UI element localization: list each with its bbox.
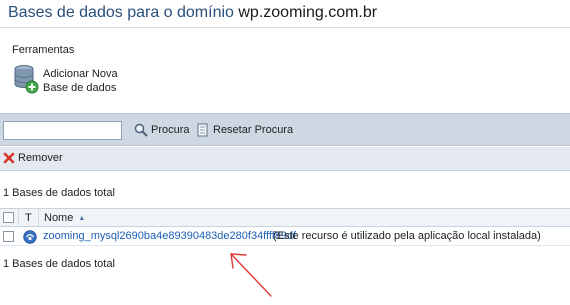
- search-button-label: Procura: [151, 124, 190, 136]
- reset-search-icon: [197, 123, 208, 137]
- reset-search-button[interactable]: Resetar Procura: [196, 123, 293, 137]
- row-checkbox[interactable]: [3, 231, 14, 242]
- annotation-arrow: [230, 253, 272, 297]
- column-header-name[interactable]: Nome ▲: [44, 212, 85, 224]
- total-count-top: 1 Bases de dados total: [3, 187, 115, 199]
- magnifier-icon: [134, 123, 148, 137]
- table-header: T Nome ▲: [0, 208, 570, 227]
- column-header-type: T: [25, 212, 32, 224]
- remove-button[interactable]: Remover: [3, 152, 63, 164]
- select-all-checkbox[interactable]: [3, 212, 14, 223]
- search-toolbar: Procura Resetar Procura: [0, 113, 570, 146]
- search-input[interactable]: [3, 121, 122, 140]
- column-divider: [18, 209, 19, 226]
- table-row: zooming_mysql2690ba4e89390483de280f34fff…: [0, 228, 570, 246]
- tools-section-label: Ferramentas: [12, 44, 75, 56]
- column-header-name-label: Nome: [44, 212, 74, 224]
- remove-button-label: Remover: [18, 152, 63, 164]
- action-toolbar: Remover: [0, 147, 570, 171]
- page-title-main: Bases de dados para o domínio: [8, 4, 239, 21]
- total-count-bottom: 1 Bases de dados total: [3, 258, 115, 270]
- database-name-link[interactable]: zooming_mysql2690ba4e89390483de280f34fff…: [43, 230, 296, 242]
- search-button[interactable]: Procura: [134, 123, 190, 137]
- add-database-label-line1: Adicionar Nova: [43, 68, 118, 80]
- reset-search-label: Resetar Procura: [213, 124, 294, 136]
- page-title-domain: wp.zooming.com.br: [238, 4, 378, 21]
- title-bar: Bases de dados para o domínio wp.zooming…: [0, 0, 570, 28]
- page-title: Bases de dados para o domínio wp.zooming…: [8, 4, 377, 22]
- add-database-button[interactable]: Adicionar Nova Base de dados: [13, 64, 118, 95]
- database-add-icon: [14, 65, 39, 94]
- column-divider: [38, 209, 39, 226]
- database-usage-note: (Este recurso é utilizado pela aplicação…: [273, 230, 541, 242]
- remove-x-icon: [3, 152, 15, 164]
- app-resource-icon: [23, 230, 37, 244]
- add-database-label-line2: Base de dados: [43, 82, 117, 94]
- sort-ascending-icon: ▲: [78, 214, 86, 222]
